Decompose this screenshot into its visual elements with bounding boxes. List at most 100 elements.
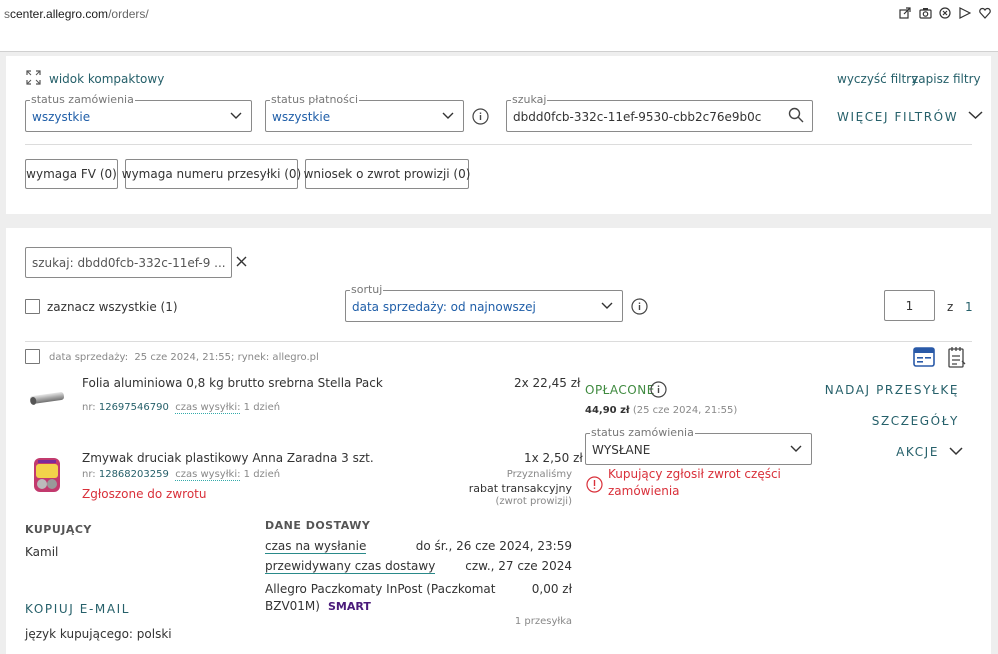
more-filters-button[interactable]: WIĘCEJ FILTRÓW	[837, 109, 983, 124]
chip-requires-invoice[interactable]: wymaga FV (0)	[25, 159, 118, 189]
order-status-select[interactable]: status zamówienia WYSŁANE	[585, 426, 812, 465]
item-ship-label[interactable]: czas wysyłki:	[175, 402, 241, 414]
camera-icon[interactable]	[918, 6, 932, 20]
ship-by-value: do śr., 26 cze 2024, 23:59	[415, 539, 572, 553]
url-path: /orders/	[108, 7, 149, 21]
filters-panel: widok kompaktowy wyczyść filtry zapisz f…	[6, 56, 991, 214]
buyer-language: język kupującego: polski	[25, 627, 172, 641]
share-icon[interactable]	[898, 6, 912, 20]
sort-value: data sprzedaży: od najnowszej	[352, 300, 536, 314]
product-image-scourer[interactable]	[32, 454, 62, 499]
page-of-label: z	[947, 300, 954, 314]
sort-label: sortuj	[350, 283, 384, 296]
payment-status: OPŁACONE	[585, 383, 655, 397]
payment-status-select[interactable]: status płatności wszystkie	[265, 93, 464, 132]
item-qty-price: 1x 2,50 zł	[524, 451, 583, 465]
payment-date: (25 cze 2024, 21:55)	[632, 405, 738, 416]
close-circle-icon[interactable]	[938, 6, 952, 20]
page-total: 1	[965, 300, 973, 314]
send-icon[interactable]	[958, 6, 972, 20]
select-all-checkbox[interactable]	[25, 299, 40, 314]
search-label: szukaj	[511, 93, 548, 106]
payment-status-value: wszystkie	[272, 110, 331, 124]
order-status-label: status zamówienia	[30, 93, 135, 106]
page-number-input[interactable]: 1	[884, 290, 935, 321]
package-count: 1 przesyłka	[514, 616, 572, 627]
notes-icon[interactable]	[948, 346, 966, 371]
info-icon[interactable]	[631, 298, 648, 318]
details-button[interactable]: SZCZEGÓŁY	[872, 414, 959, 428]
info-icon[interactable]	[472, 108, 489, 128]
item-name[interactable]: Zmywak druciak plastikowy Anna Zaradna 3…	[82, 451, 374, 465]
order-status-label: status zamówienia	[590, 426, 695, 439]
ship-button[interactable]: NADAJ PRZESYŁKĘ	[825, 383, 959, 397]
actions-dropdown[interactable]: AKCJE	[896, 445, 963, 459]
item-qty-price: 2x 22,45 zł	[514, 376, 581, 390]
active-search-text: szukaj: dbdd0fcb-332c-11ef-9 ...	[32, 255, 226, 270]
select-all-label: zaznacz wszystkie (1)	[47, 300, 178, 314]
chevron-down-icon	[789, 441, 803, 458]
chevron-down-icon	[441, 108, 455, 125]
search-icon[interactable]	[788, 107, 804, 126]
payment-status-label: status płatności	[270, 93, 359, 106]
browser-address-bar[interactable]: scenter.allegro.com/orders/	[0, 0, 998, 52]
item-meta: nr: 12868203259 czas wysyłki: 1 dzień	[82, 469, 280, 481]
sort-select[interactable]: sortuj data sprzedaży: od najnowszej	[345, 283, 623, 322]
active-search-chip[interactable]: szukaj: dbdd0fcb-332c-11ef-9 ...	[25, 247, 247, 278]
discount-note-3: (zwrot prowizji)	[495, 496, 572, 507]
warning-icon	[586, 476, 603, 496]
chevron-down-icon	[600, 298, 614, 315]
item-nr[interactable]: 12868203259	[99, 469, 169, 480]
smart-badge: SMART	[327, 599, 371, 613]
return-warning-line2: zamówienia	[608, 484, 680, 498]
search-input[interactable]: szukaj dbdd0fcb-332c-11ef-9530-cbb2c76e9…	[506, 93, 813, 132]
payment-amount: 44,90 zł	[585, 405, 630, 416]
order-checkbox[interactable]	[25, 349, 40, 364]
item-nr[interactable]: 12697546790	[99, 402, 169, 413]
heart-icon[interactable]	[978, 6, 992, 20]
actions-label: AKCJE	[896, 445, 939, 459]
item-meta: nr: 12697546790 czas wysyłki: 1 dzień	[82, 402, 281, 414]
ship-by-label[interactable]: czas na wysłanie	[265, 539, 367, 554]
compact-view-toggle[interactable]: widok kompaktowy	[26, 70, 164, 88]
order-status-value: WYSŁANE	[592, 443, 651, 457]
info-icon[interactable]	[650, 381, 667, 401]
sale-date-value: 25 cze 2024, 21:55; rynek: allegro.pl	[134, 352, 319, 363]
invoice-icon[interactable]	[913, 347, 935, 370]
delivery-method-line2: BZV01M) SMART	[265, 599, 371, 613]
item-ship-time: 1 dzień	[243, 402, 281, 413]
save-filters-link[interactable]: zapisz filtry	[912, 72, 981, 86]
sale-date: data sprzedaży: 25 cze 2024, 21:55; ryne…	[49, 352, 319, 363]
chevron-down-icon	[968, 109, 983, 124]
payment-info: 44,90 zł (25 cze 2024, 21:55)	[585, 405, 737, 416]
close-icon[interactable]	[236, 256, 247, 270]
compact-view-label: widok kompaktowy	[49, 72, 165, 86]
search-value: dbdd0fcb-332c-11ef-9530-cbb2c76e9b0c	[513, 110, 762, 124]
copy-email-button[interactable]: KOPIUJ E-MAIL	[25, 602, 130, 616]
chip-commission-refund[interactable]: wniosek o zwrot prowizji (0)	[304, 159, 470, 189]
order-status-select[interactable]: status zamówienia wszystkie	[25, 93, 252, 132]
delivery-method-line1: Allegro Paczkomaty InPost (Paczkomat	[265, 582, 496, 596]
delivery-cost: 0,00 zł	[531, 582, 572, 596]
expected-delivery-value: czw., 27 cze 2024	[465, 559, 572, 573]
discount-note-2: rabat transakcyjny	[468, 482, 572, 495]
chevron-down-icon	[949, 445, 963, 459]
url-text[interactable]: scenter.allegro.com/orders/	[4, 7, 149, 21]
expected-delivery-label[interactable]: przewidywany czas dostawy	[265, 559, 436, 574]
divider	[25, 144, 972, 145]
clear-filters-link[interactable]: wyczyść filtry	[837, 72, 918, 86]
delivery-locker-id: BZV01M)	[265, 599, 320, 613]
item-ship-label[interactable]: czas wysyłki:	[175, 469, 241, 481]
orders-panel: szukaj: dbdd0fcb-332c-11ef-9 ... zaznacz…	[6, 228, 991, 654]
chip-requires-tracking[interactable]: wymaga numeru przesyłki (0)	[122, 159, 301, 189]
item-nr-label: nr:	[82, 469, 96, 480]
return-warning-line1: Kupujący zgłosił zwrot części	[608, 467, 781, 481]
item-name[interactable]: Folia aluminiowa 0,8 kg brutto srebrna S…	[82, 376, 383, 390]
buyer-heading: KUPUJĄCY	[25, 523, 92, 536]
more-filters-label: WIĘCEJ FILTRÓW	[837, 109, 959, 124]
order-status-value: wszystkie	[32, 110, 91, 124]
product-image-foil[interactable]	[28, 386, 66, 411]
buyer-name: Kamil	[25, 545, 59, 559]
sale-date-label: data sprzedaży:	[49, 352, 129, 363]
divider	[25, 341, 972, 342]
